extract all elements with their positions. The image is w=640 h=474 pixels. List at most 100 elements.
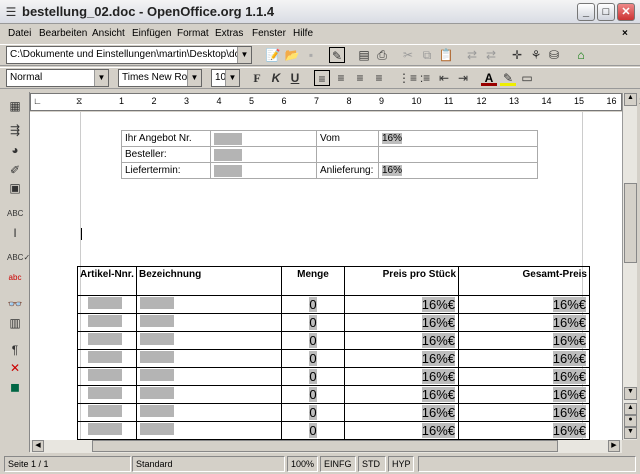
export-pdf-icon[interactable]: ▤ <box>356 47 372 63</box>
gallery-icon[interactable]: ⌂ <box>573 47 589 63</box>
input-field[interactable] <box>140 405 174 417</box>
copy-icon[interactable]: ⧉ <box>419 47 435 63</box>
bezeichnung-cell[interactable] <box>136 349 282 368</box>
underline-button[interactable]: U <box>287 70 303 86</box>
scroll-thumb[interactable] <box>92 440 558 452</box>
gesamt-value[interactable]: 16%€ <box>552 315 586 330</box>
font-name-select[interactable]: Times New Rom ▼ <box>118 69 202 87</box>
paste-icon[interactable]: 📋 <box>438 47 454 63</box>
input-field[interactable] <box>88 423 122 435</box>
artikel-cell[interactable] <box>77 349 137 368</box>
artikel-cell[interactable] <box>77 385 137 404</box>
bezeichnung-cell[interactable] <box>136 295 282 314</box>
input-field[interactable] <box>140 297 174 309</box>
input-field[interactable] <box>88 405 122 417</box>
scroll-left-icon[interactable]: ◀ <box>32 440 44 452</box>
insert-table-icon[interactable]: ▦ <box>7 98 23 114</box>
gesamt-cell[interactable]: 16%€ <box>458 403 590 422</box>
gesamt-cell[interactable]: 16%€ <box>458 295 590 314</box>
gesamt-value[interactable]: 16%€ <box>552 351 586 366</box>
preis-value[interactable]: 16%€ <box>421 297 455 312</box>
preis-value[interactable]: 16%€ <box>421 405 455 420</box>
preis-cell[interactable]: 16%€ <box>344 331 459 350</box>
chevron-down-icon[interactable]: ▼ <box>187 70 201 86</box>
menge-cell[interactable]: 0 <box>281 349 345 368</box>
artikel-cell[interactable] <box>77 367 137 386</box>
value-cell[interactable]: 16% <box>378 130 538 147</box>
bezeichnung-cell[interactable] <box>136 403 282 422</box>
field-value[interactable]: 16% <box>382 133 403 144</box>
draw-functions-icon[interactable]: ✐ <box>7 162 23 178</box>
input-field[interactable] <box>140 369 174 381</box>
input-field[interactable] <box>214 132 242 145</box>
artikel-cell[interactable] <box>77 295 137 314</box>
gesamt-cell[interactable]: 16%€ <box>458 367 590 386</box>
preis-cell[interactable]: 16%€ <box>344 403 459 422</box>
gesamt-cell[interactable]: 16%€ <box>458 313 590 332</box>
insert-mode-status[interactable]: EINFG <box>320 456 356 472</box>
preis-value[interactable]: 16%€ <box>421 351 455 366</box>
previous-page-icon[interactable]: ▲ <box>624 403 637 415</box>
nonprinting-chars-icon[interactable]: ¶ <box>7 342 23 358</box>
redo-icon[interactable]: ⇄ <box>483 47 499 63</box>
input-field[interactable] <box>214 164 242 177</box>
page-style-status[interactable]: Standard <box>132 456 285 472</box>
menge-cell[interactable]: 0 <box>281 403 345 422</box>
preis-cell[interactable]: 16%€ <box>344 367 459 386</box>
menu-bearbeiten[interactable]: Bearbeiten <box>39 28 87 39</box>
menge-value[interactable]: 0 <box>309 387 317 402</box>
horizontal-ruler[interactable]: ∟ ⧖ 1234567891011121314151617 <box>30 93 640 111</box>
insert-fields-icon[interactable]: ⇶ <box>7 122 23 138</box>
selection-mode-status[interactable]: STD <box>358 456 386 472</box>
text-cursor-icon[interactable]: I <box>7 225 23 241</box>
font-color-icon[interactable]: A <box>481 70 497 86</box>
align-right-icon[interactable]: ≡ <box>352 70 368 86</box>
preis-cell[interactable]: 16%€ <box>344 421 459 440</box>
tab-type-icon[interactable]: ∟ <box>33 96 42 106</box>
minimize-button[interactable]: _ <box>577 3 595 21</box>
menu-ansicht[interactable]: Ansicht <box>92 28 125 39</box>
value-cell[interactable]: 16% <box>378 162 538 179</box>
bezeichnung-cell[interactable] <box>136 367 282 386</box>
menge-cell[interactable]: 0 <box>281 313 345 332</box>
field-cell[interactable] <box>210 162 317 179</box>
menge-cell[interactable]: 0 <box>281 421 345 440</box>
menge-cell[interactable]: 0 <box>281 385 345 404</box>
decrease-indent-icon[interactable]: ⇤ <box>436 70 452 86</box>
chevron-down-icon[interactable]: ▼ <box>94 70 108 86</box>
align-center-icon[interactable]: ≡ <box>333 70 349 86</box>
find-replace-icon[interactable]: 👓 <box>7 296 23 312</box>
preis-value[interactable]: 16%€ <box>421 315 455 330</box>
gesamt-value[interactable]: 16%€ <box>552 387 586 402</box>
artikel-cell[interactable] <box>77 403 137 422</box>
gesamt-value[interactable]: 16%€ <box>552 405 586 420</box>
cut-icon[interactable]: ✂ <box>400 47 416 63</box>
menge-cell[interactable]: 0 <box>281 331 345 350</box>
stylist-icon[interactable]: ⚘ <box>528 47 544 63</box>
menge-cell[interactable]: 0 <box>281 367 345 386</box>
spellcheck-icon[interactable]: ABC✓ <box>7 250 30 266</box>
preis-cell[interactable]: 16%€ <box>344 385 459 404</box>
navigation-icon[interactable]: ● <box>624 415 637 427</box>
maximize-button[interactable]: □ <box>597 3 615 21</box>
document-area[interactable]: Ihr Angebot Nr. Vom 16% Besteller: Liefert… <box>30 112 622 440</box>
input-field[interactable] <box>140 315 174 327</box>
input-field[interactable] <box>88 333 122 345</box>
edit-mode-icon[interactable]: ✎ <box>329 47 345 63</box>
indent-marker-icon[interactable]: ⧖ <box>76 96 82 107</box>
insert-object-icon[interactable]: ◕ <box>7 142 23 158</box>
next-page-icon[interactable]: ▼ <box>624 427 637 439</box>
input-field[interactable] <box>88 369 122 381</box>
input-field[interactable] <box>88 315 122 327</box>
preis-value[interactable]: 16%€ <box>421 423 455 438</box>
menge-value[interactable]: 0 <box>309 315 317 330</box>
font-size-select[interactable]: 10 ▼ <box>211 69 240 87</box>
horizontal-scrollbar[interactable]: ◀ ▶ <box>30 440 622 453</box>
menge-value[interactable]: 0 <box>309 405 317 420</box>
menu-fenster[interactable]: Fenster <box>252 28 286 39</box>
scroll-thumb[interactable] <box>624 183 637 263</box>
field-cell[interactable] <box>210 130 317 147</box>
bezeichnung-cell[interactable] <box>136 313 282 332</box>
datasources-icon[interactable]: ▥ <box>7 315 23 331</box>
edit-file-icon[interactable]: 📝 <box>265 47 281 63</box>
